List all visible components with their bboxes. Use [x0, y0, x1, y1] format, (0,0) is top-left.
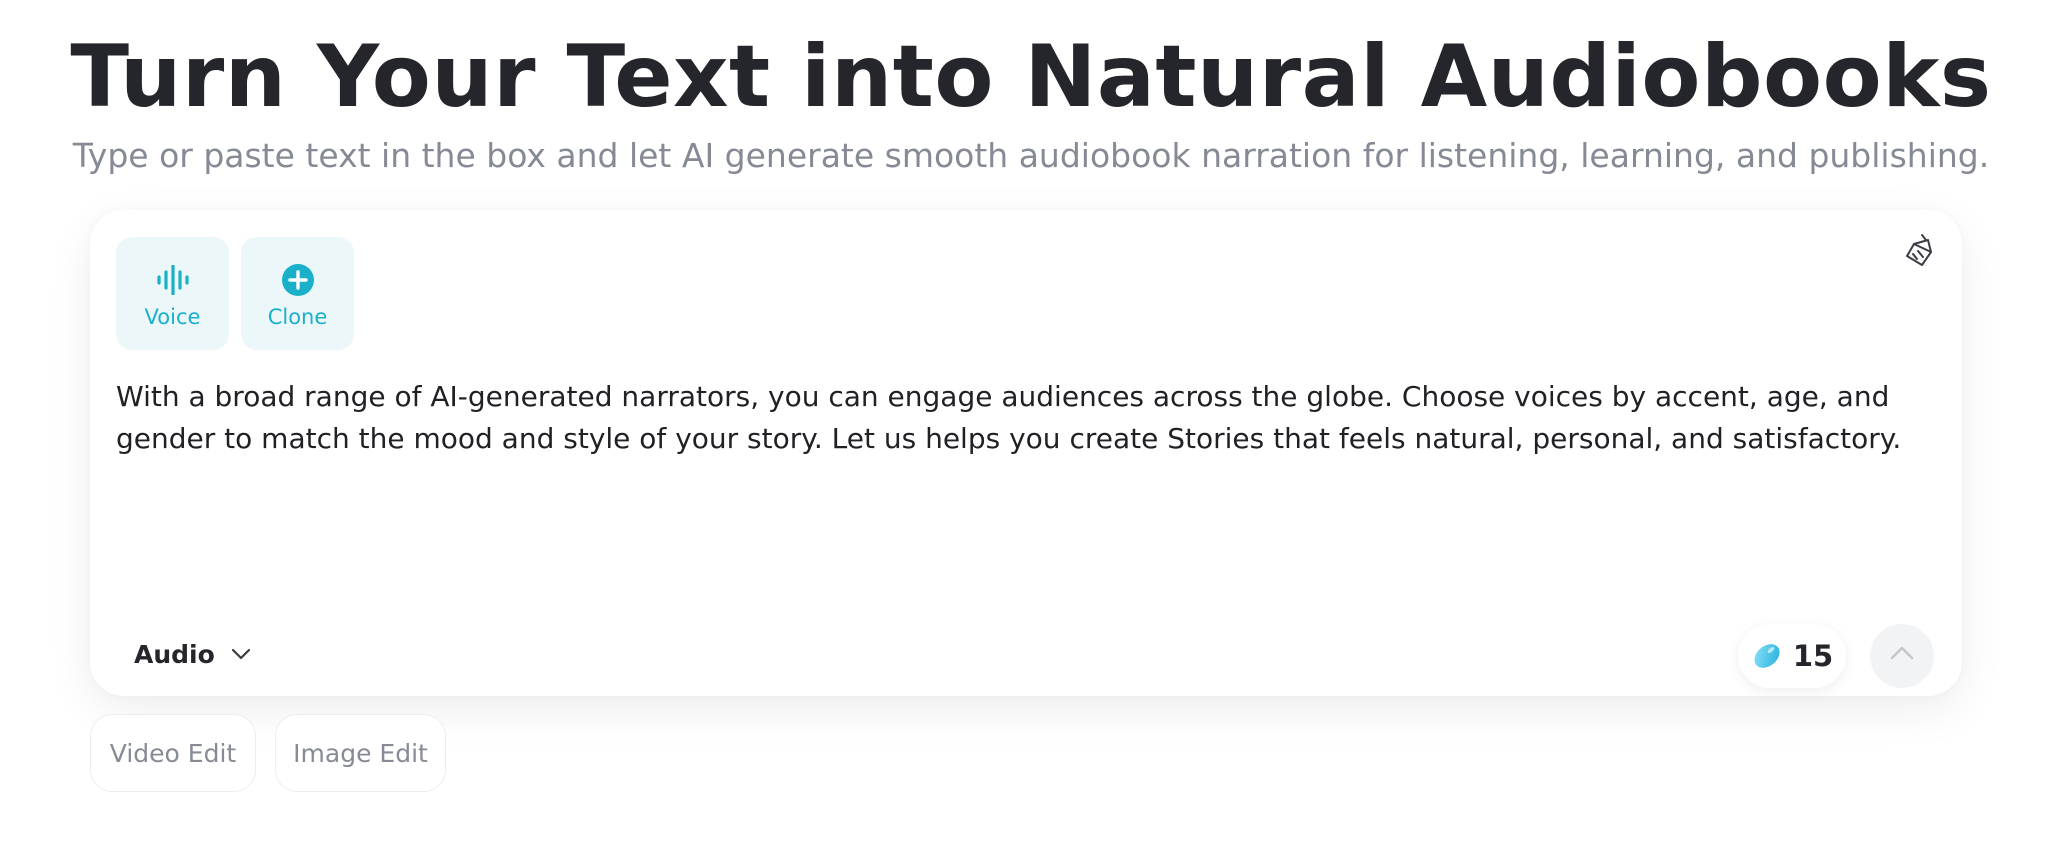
chevron-down-icon [229, 642, 253, 666]
text-input[interactable]: With a broad range of AI-generated narra… [116, 376, 1942, 460]
waveform-icon [116, 263, 229, 297]
video-edit-button[interactable]: Video Edit [90, 714, 256, 792]
page-title: Turn Your Text into Natural Audiobooks [70, 27, 1992, 127]
text-to-audio-editor: Voice Clone With a broad range of AI-gen… [90, 210, 1962, 696]
clone-button-label: Clone [267, 305, 328, 329]
page: Turn Your Text into Natural Audiobooks T… [0, 0, 2062, 864]
gem-icon [1751, 640, 1783, 672]
credits-count: 15 [1792, 639, 1834, 673]
clone-button[interactable]: Clone [241, 237, 354, 350]
arrow-up-icon [1888, 640, 1916, 672]
voice-button-label: Voice [144, 305, 201, 329]
broom-icon[interactable] [1902, 232, 1938, 268]
voice-button[interactable]: Voice [116, 237, 229, 350]
plus-circle-icon [241, 263, 354, 297]
page-subtitle: Type or paste text in the box and let AI… [72, 136, 1990, 175]
output-type-label: Audio [134, 639, 215, 669]
credits-badge: 15 [1738, 624, 1846, 688]
generate-button[interactable] [1870, 624, 1934, 688]
image-edit-button[interactable]: Image Edit [275, 714, 446, 792]
output-type-select[interactable]: Audio [134, 634, 253, 674]
